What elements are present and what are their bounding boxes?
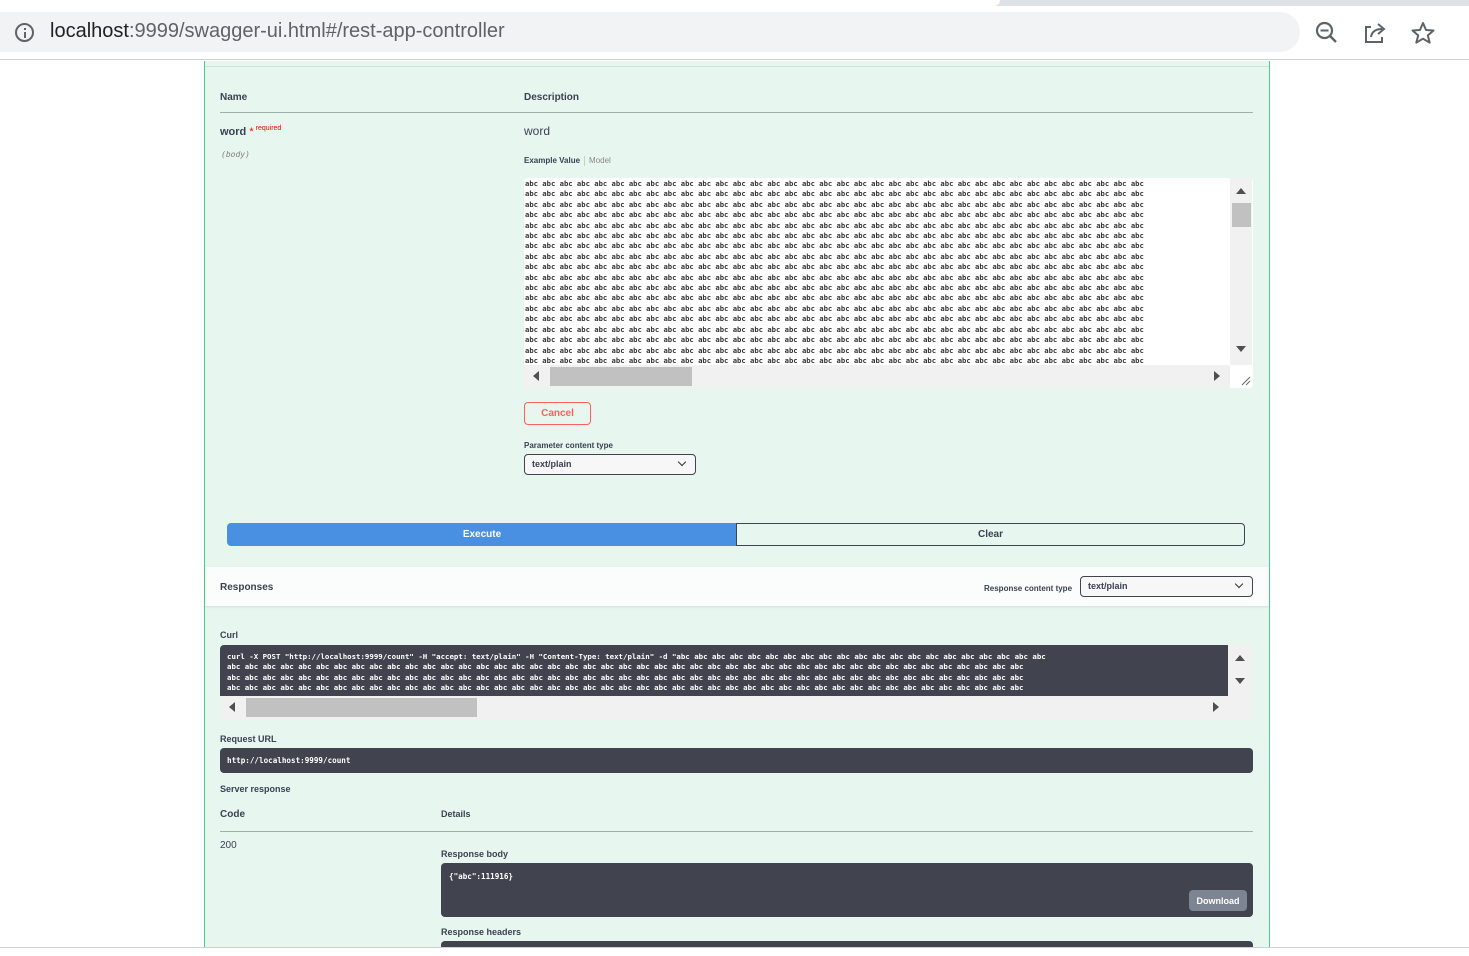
required-label: required [255,125,282,132]
parameter-name-text: word [220,126,247,138]
request-body-text[interactable]: abc abc abc abc abc abc abc abc abc abc … [525,179,1211,364]
code-column-header: Code [220,809,245,820]
request-url-box: http://localhost:9999/count [220,748,1253,773]
response-code: 200 [220,840,237,851]
scroll-left-arrow-icon[interactable] [229,702,235,712]
curl-vertical-scrollbar[interactable] [1228,645,1253,696]
operation-block: Name Description word * required (body) w… [204,61,1270,947]
tab-separator [584,156,586,166]
chevron-down-icon [677,457,687,467]
response-content-type-select[interactable]: text/plain [1080,576,1253,597]
url-host: localhost [50,20,129,42]
site-info-icon[interactable] [15,23,34,42]
address-bar-url[interactable]: localhost:9999/swagger-ui.html#/rest-app… [50,20,505,43]
curl-command[interactable]: curl -X POST "http://localhost:9999/coun… [220,645,1228,696]
share-icon[interactable] [1362,20,1388,46]
tab-model[interactable]: Model [589,156,611,165]
scroll-up-arrow-icon[interactable] [1235,655,1245,661]
example-tabs: Example Value Model [524,156,611,166]
parameter-name: word * required [220,125,282,138]
column-header-name: Name [220,92,248,103]
window-bottom-edge [0,947,1469,956]
server-response-label: Server response [220,784,291,794]
chevron-down-icon [1234,579,1244,589]
curl-first-line: curl -X POST "http://localhost:9999/coun… [227,652,1046,661]
vertical-scrollbar[interactable] [1230,178,1252,365]
scroll-left-arrow-icon[interactable] [533,371,539,381]
swagger-page: Name Description word * required (body) w… [0,61,1469,947]
curl-horizontal-scrollbar[interactable] [220,696,1228,719]
clear-button[interactable]: Clear [736,523,1245,546]
parameter-content-type-label: Parameter content type [524,441,613,450]
execute-button[interactable]: Execute [227,523,737,546]
response-body-value: {"abc":111916} [449,872,514,881]
response-content-type-label: Response content type [984,584,1073,593]
browser-toolbar: localhost:9999/swagger-ui.html#/rest-app… [0,6,1469,60]
scrollbar-thumb[interactable] [1232,203,1251,227]
response-body-box: {"abc":111916} Download [441,863,1253,917]
horizontal-scrollbar[interactable] [524,365,1230,388]
zoom-out-icon[interactable] [1314,20,1340,46]
parameter-content-type-select[interactable]: text/plain [524,454,696,475]
parameter-content-type-value: text/plain [532,459,572,469]
scroll-right-arrow-icon[interactable] [1213,702,1219,712]
details-column-header: Details [441,809,471,819]
response-headers-label: Response headers [441,927,522,937]
curl-scrollbar-thumb[interactable] [246,698,477,717]
responses-title: Responses [220,582,274,593]
table-header-divider [220,112,1253,113]
response-table-divider [220,831,1253,832]
curl-box[interactable]: curl -X POST "http://localhost:9999/coun… [220,645,1253,719]
cancel-button[interactable]: Cancel [524,402,591,425]
parameter-in: (body) [221,150,250,159]
request-body-textarea[interactable]: abc abc abc abc abc abc abc abc abc abc … [524,178,1253,388]
scroll-right-arrow-icon[interactable] [1214,371,1220,381]
response-content-type-value: text/plain [1088,581,1128,591]
request-url-label: Request URL [220,734,277,744]
scroll-down-arrow-icon[interactable] [1235,678,1245,684]
required-star: * [249,126,254,138]
tab-example-value[interactable]: Example Value [524,156,580,165]
column-header-description: Description [524,92,580,103]
download-button[interactable]: Download [1189,890,1247,911]
bookmark-star-icon[interactable] [1410,20,1436,46]
scroll-up-arrow-icon[interactable] [1236,188,1246,194]
section-divider [205,66,1269,67]
resize-grip-icon[interactable] [1241,376,1251,386]
address-bar[interactable]: localhost:9999/swagger-ui.html#/rest-app… [0,12,1300,52]
request-url-value: http://localhost:9999/count [227,756,351,765]
horizontal-scrollbar-thumb[interactable] [550,367,692,386]
url-path: :9999/swagger-ui.html#/rest-app-controll… [128,20,505,42]
parameter-description: word [524,124,551,138]
responses-header: Responses Response content type text/pla… [205,567,1269,606]
scroll-down-arrow-icon[interactable] [1236,346,1246,352]
response-body-label: Response body [441,849,509,859]
curl-label: Curl [220,630,238,640]
